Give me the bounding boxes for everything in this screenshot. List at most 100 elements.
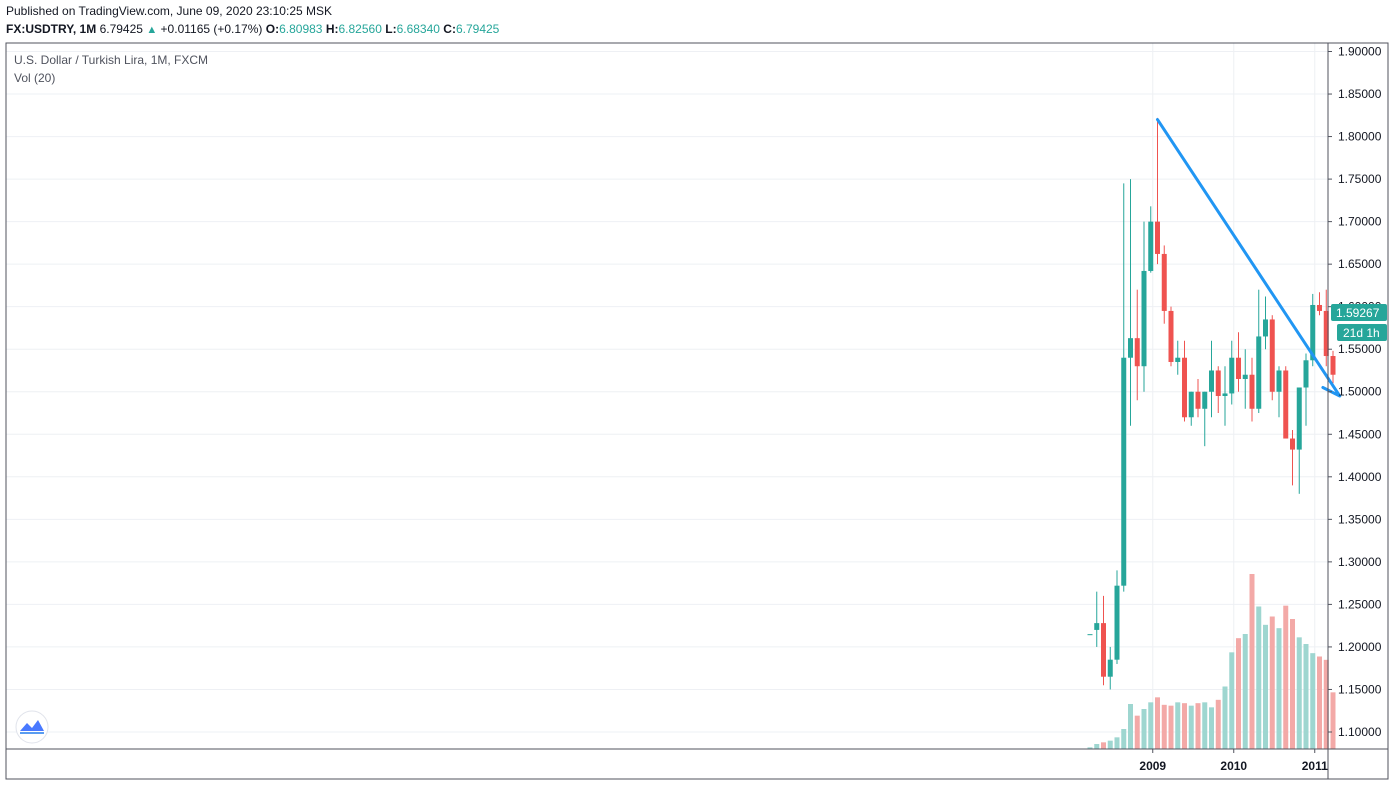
candle-body bbox=[1256, 336, 1262, 409]
volume-bar bbox=[1101, 742, 1106, 749]
candle bbox=[1087, 634, 1093, 636]
candle bbox=[1101, 595, 1106, 686]
candle bbox=[1182, 340, 1187, 422]
candle-body bbox=[1303, 360, 1309, 388]
price-tick-label: 1.30000 bbox=[1338, 555, 1382, 569]
candle bbox=[1263, 296, 1268, 350]
volume-bar bbox=[1121, 729, 1127, 749]
candle-body bbox=[1101, 623, 1106, 677]
candle bbox=[1303, 353, 1309, 426]
price-tick-label: 1.65000 bbox=[1338, 257, 1382, 271]
price-badge-value: 1.59267 bbox=[1336, 306, 1380, 320]
volume-bar bbox=[1283, 605, 1289, 749]
price-tick-label: 1.15000 bbox=[1338, 682, 1382, 696]
candle bbox=[1161, 245, 1167, 324]
candle-body bbox=[1195, 391, 1201, 409]
candle bbox=[1107, 646, 1113, 690]
countdown-badge-text: 21d 1h bbox=[1343, 326, 1380, 340]
countdown-badge: 21d 1h bbox=[1337, 324, 1387, 341]
price-tick-label: 1.85000 bbox=[1338, 87, 1382, 101]
candle-body bbox=[1182, 357, 1187, 418]
candle bbox=[1242, 349, 1248, 409]
candle-body bbox=[1249, 374, 1255, 409]
volume-bar bbox=[1276, 628, 1282, 749]
volume-bar bbox=[1114, 737, 1120, 749]
candle-body bbox=[1155, 221, 1160, 254]
candle-body bbox=[1283, 370, 1289, 439]
candle-body bbox=[1263, 319, 1268, 337]
volume-bar bbox=[1290, 619, 1295, 749]
candle bbox=[1215, 366, 1221, 414]
tradingview-logo-icon[interactable] bbox=[15, 710, 49, 744]
candle-body bbox=[1242, 374, 1248, 379]
price-tick-label: 1.35000 bbox=[1338, 512, 1382, 526]
volume-bars bbox=[1087, 574, 1336, 749]
volume-bar bbox=[1182, 703, 1187, 749]
candle bbox=[1155, 117, 1160, 265]
price-tick-label: 1.90000 bbox=[1338, 45, 1382, 59]
candle bbox=[1296, 387, 1302, 494]
chart-grid bbox=[6, 43, 1328, 749]
candle bbox=[1114, 570, 1120, 664]
candle-body bbox=[1148, 221, 1154, 271]
volume-bar bbox=[1209, 707, 1214, 749]
volume-bar bbox=[1256, 606, 1262, 749]
candle-body bbox=[1290, 438, 1295, 450]
candle-body bbox=[1202, 391, 1208, 409]
volume-bar bbox=[1249, 574, 1255, 749]
price-tick-label: 1.55000 bbox=[1338, 342, 1382, 356]
candle bbox=[1269, 315, 1275, 401]
price-tick-label: 1.80000 bbox=[1338, 130, 1382, 144]
candle-body bbox=[1134, 338, 1140, 367]
volume-bar bbox=[1215, 699, 1221, 749]
candle bbox=[1128, 179, 1133, 426]
volume-bar bbox=[1303, 644, 1309, 749]
candle bbox=[1121, 183, 1127, 592]
candle-body bbox=[1114, 585, 1120, 660]
volume-bar bbox=[1094, 744, 1100, 749]
time-axis[interactable]: 2009 2010 2011 bbox=[1139, 749, 1328, 773]
volume-bar bbox=[1263, 624, 1268, 749]
volume-bar bbox=[1134, 715, 1140, 749]
candle-body bbox=[1087, 634, 1093, 636]
volume-bar bbox=[1188, 705, 1194, 749]
volume-bar bbox=[1107, 740, 1113, 749]
volume-bar bbox=[1175, 702, 1181, 749]
candle-body bbox=[1269, 319, 1275, 392]
candle bbox=[1236, 332, 1241, 392]
candle-body bbox=[1215, 370, 1221, 396]
series-legend-title: U.S. Dollar / Turkish Lira, 1M, FXCM bbox=[14, 53, 208, 67]
candle-body bbox=[1317, 304, 1322, 311]
candle bbox=[1202, 391, 1208, 447]
candle bbox=[1175, 340, 1181, 375]
volume-bar bbox=[1141, 709, 1147, 749]
candle-body bbox=[1222, 393, 1228, 396]
candle-body bbox=[1330, 356, 1336, 375]
candle bbox=[1317, 292, 1322, 316]
candle bbox=[1249, 357, 1255, 422]
volume-bar bbox=[1317, 656, 1322, 749]
candle-body bbox=[1107, 659, 1113, 677]
volume-bar bbox=[1161, 704, 1167, 749]
volume-bar bbox=[1202, 702, 1208, 749]
volume-bar bbox=[1222, 686, 1228, 749]
candle-body bbox=[1209, 370, 1214, 392]
volume-bar bbox=[1148, 702, 1154, 749]
price-tick-label: 1.70000 bbox=[1338, 215, 1382, 229]
volume-bar bbox=[1296, 637, 1302, 749]
volume-bar bbox=[1310, 653, 1316, 749]
price-tick-label: 1.45000 bbox=[1338, 427, 1382, 441]
candle bbox=[1222, 366, 1228, 426]
price-chart[interactable]: 1.10000 1.15000 1.20000 1.25000 1.30000 1.350… bbox=[0, 0, 1396, 786]
candle-body bbox=[1229, 357, 1235, 394]
price-badge: 1.59267 bbox=[1331, 304, 1387, 321]
candle-body bbox=[1296, 387, 1302, 450]
candle bbox=[1330, 350, 1336, 384]
volume-legend: Vol (20) bbox=[14, 71, 55, 85]
candle bbox=[1141, 221, 1147, 392]
candle bbox=[1256, 289, 1262, 414]
candle-body bbox=[1128, 338, 1133, 358]
volume-bar bbox=[1195, 703, 1201, 749]
time-tick-label: 2010 bbox=[1220, 759, 1247, 773]
price-tick-label: 1.40000 bbox=[1338, 470, 1382, 484]
